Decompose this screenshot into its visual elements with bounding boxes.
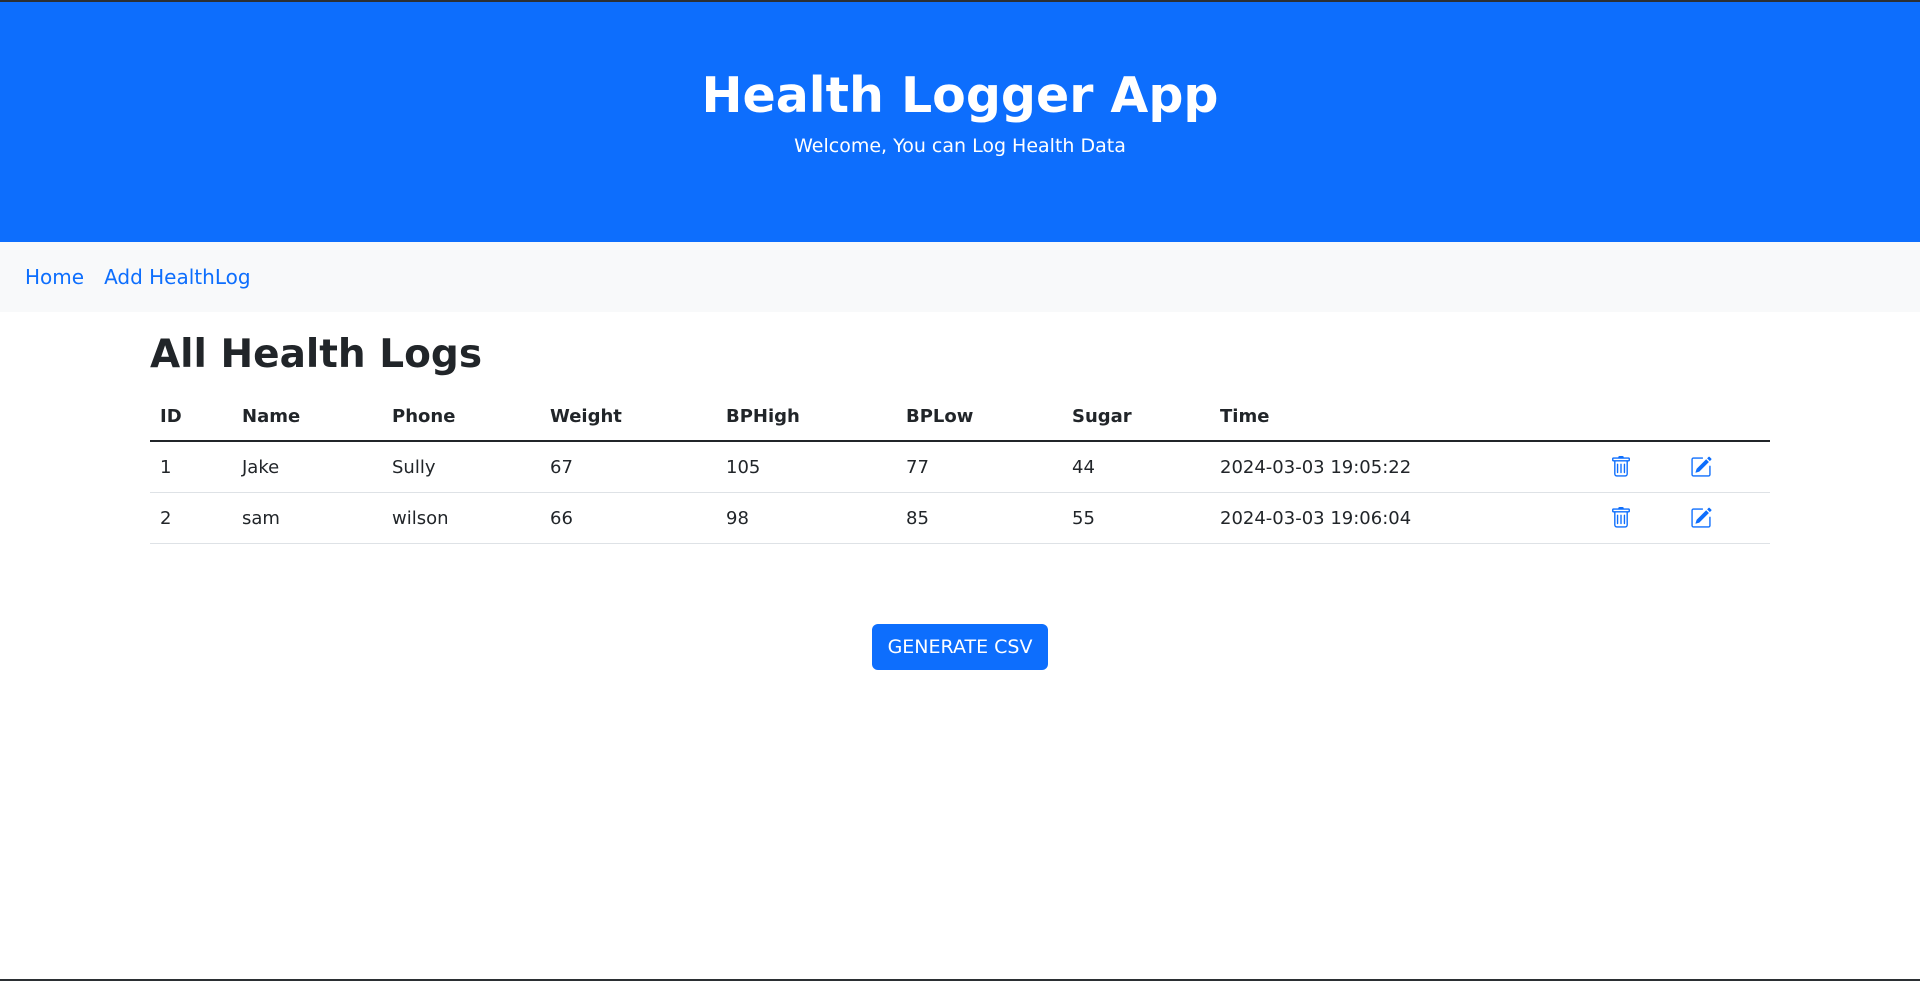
cell-sugar: 44 (1062, 441, 1210, 493)
cell-name: Jake (232, 441, 382, 493)
cell-delete (1600, 492, 1680, 544)
cell-phone: wilson (382, 492, 540, 544)
nav-add-healthlog-link[interactable]: Add HealthLog (104, 265, 250, 289)
app-title: Health Logger App (701, 67, 1219, 124)
column-header-sugar: Sugar (1062, 392, 1210, 442)
trash-icon[interactable] (1610, 507, 1632, 529)
cell-weight: 67 (540, 441, 716, 493)
edit-icon[interactable] (1690, 507, 1712, 529)
nav-home-link[interactable]: Home (25, 265, 84, 289)
generate-csv-button[interactable]: GENERATE CSV (871, 624, 1049, 670)
cell-edit (1680, 441, 1770, 493)
cell-sugar: 55 (1062, 492, 1210, 544)
table-header-row: ID Name Phone Weight BPHigh BPLow Sugar … (150, 392, 1770, 442)
navbar: Home Add HealthLog (0, 242, 1920, 312)
cell-weight: 66 (540, 492, 716, 544)
column-header-delete (1600, 392, 1680, 442)
column-header-id: ID (150, 392, 232, 442)
column-header-name: Name (232, 392, 382, 442)
cell-name: sam (232, 492, 382, 544)
page-title: All Health Logs (150, 332, 483, 377)
column-header-weight: Weight (540, 392, 716, 442)
app-subtitle: Welcome, You can Log Health Data (794, 135, 1126, 157)
edit-icon[interactable] (1690, 456, 1712, 478)
column-header-bphigh: BPHigh (716, 392, 896, 442)
column-header-time: Time (1210, 392, 1600, 442)
cell-edit (1680, 492, 1770, 544)
column-header-phone: Phone (382, 392, 540, 442)
csv-button-wrapper: GENERATE CSV (150, 624, 1770, 670)
table-row: 2 sam wilson 66 98 85 55 2024-03-03 19:0… (150, 492, 1770, 544)
column-header-edit (1680, 392, 1770, 442)
health-logs-table: ID Name Phone Weight BPHigh BPLow Sugar … (150, 392, 1770, 544)
trash-icon[interactable] (1610, 456, 1632, 478)
table-row: 1 Jake Sully 67 105 77 44 2024-03-03 19:… (150, 441, 1770, 493)
hero-header: Health Logger App Welcome, You can Log H… (0, 2, 1920, 242)
cell-bphigh: 105 (716, 441, 896, 493)
cell-time: 2024-03-03 19:06:04 (1210, 492, 1600, 544)
cell-delete (1600, 441, 1680, 493)
main-content: All Health Logs ID Name Phone Weight BPH… (150, 332, 1770, 670)
cell-time: 2024-03-03 19:05:22 (1210, 441, 1600, 493)
cell-bphigh: 98 (716, 492, 896, 544)
cell-bplow: 85 (896, 492, 1062, 544)
column-header-bplow: BPLow (896, 392, 1062, 442)
cell-id: 1 (150, 441, 232, 493)
cell-bplow: 77 (896, 441, 1062, 493)
cell-id: 2 (150, 492, 232, 544)
cell-phone: Sully (382, 441, 540, 493)
